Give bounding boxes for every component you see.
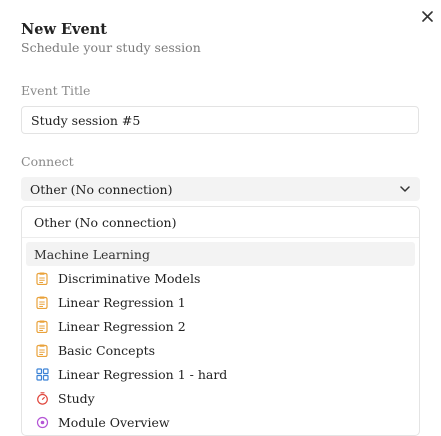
option-label: Module Overview	[58, 414, 170, 430]
option-label: Linear Regression 2	[58, 318, 186, 334]
option-label: Discriminative Models	[58, 270, 201, 286]
option-module-overview[interactable]: Module Overview	[22, 410, 419, 434]
chevron-down-icon	[400, 186, 410, 192]
notes-icon	[35, 319, 49, 333]
group-label: Machine Learning	[34, 246, 150, 262]
option-linear-regression-1[interactable]: Linear Regression 1	[22, 290, 419, 314]
option-basic-concepts[interactable]: Basic Concepts	[22, 338, 419, 362]
option-linear-regression-1-hard[interactable]: Linear Regression 1 - hard	[22, 362, 419, 386]
option-label: Study	[58, 390, 95, 406]
notes-icon	[35, 271, 49, 285]
module-icon	[35, 415, 49, 429]
grid-icon	[35, 367, 49, 381]
connect-selected-value: Other (No connection)	[30, 181, 173, 197]
notes-icon	[35, 343, 49, 357]
close-button[interactable]	[417, 6, 437, 26]
dialog-title: New Event	[21, 21, 107, 38]
option-label: Other (No connection)	[34, 214, 177, 230]
option-study[interactable]: Study	[22, 386, 419, 410]
option-label: Linear Regression 1	[58, 294, 186, 310]
connect-select[interactable]: Other (No connection)	[21, 177, 420, 201]
event-title-value: Study session #5	[31, 112, 141, 128]
connect-label: Connect	[21, 154, 74, 169]
timer-icon	[35, 391, 49, 405]
event-title-input[interactable]: Study session #5	[21, 106, 419, 134]
option-linear-regression-2[interactable]: Linear Regression 2	[22, 314, 419, 338]
close-icon	[421, 10, 433, 22]
event-title-label: Event Title	[21, 83, 91, 98]
option-no-connection[interactable]: Other (No connection)	[22, 207, 419, 238]
notes-icon	[35, 295, 49, 309]
option-label: Basic Concepts	[58, 342, 156, 358]
option-label: Linear Regression 1 - hard	[58, 366, 228, 382]
option-discriminative-models[interactable]: Discriminative Models	[22, 266, 419, 290]
connect-dropdown: Other (No connection) Machine Learning D…	[21, 206, 420, 436]
group-header-machine-learning: Machine Learning	[26, 242, 415, 266]
dialog-subtitle: Schedule your study session	[21, 40, 201, 55]
